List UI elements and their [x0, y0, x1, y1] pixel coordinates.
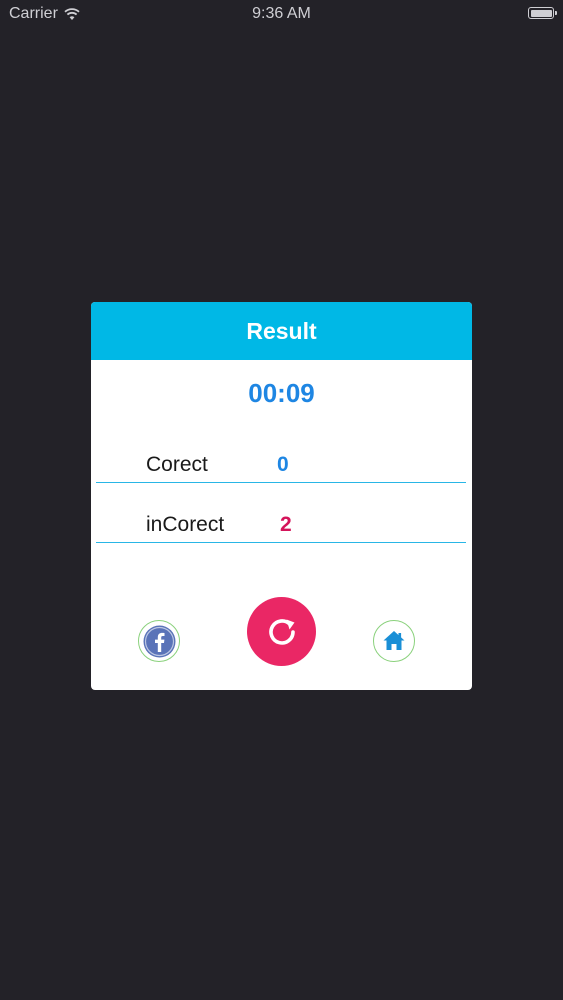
status-time: 9:36 AM — [252, 5, 311, 22]
dialog-title: Result — [246, 317, 317, 344]
incorrect-row: inCorect 2 — [96, 492, 466, 543]
correct-label: Corect — [146, 453, 208, 476]
elapsed-timer: 00:09 — [248, 378, 315, 408]
correct-count: 0 — [277, 453, 289, 476]
home-button[interactable] — [373, 620, 415, 662]
battery-level — [530, 9, 552, 17]
dialog-header: Result — [91, 302, 472, 360]
result-dialog: Result 00:09 Corect 0 inCorect 2 — [91, 302, 472, 690]
correct-row: Corect 0 — [96, 432, 466, 483]
battery-icon — [528, 7, 557, 19]
home-icon — [383, 631, 405, 650]
replay-button[interactable] — [247, 597, 316, 666]
incorrect-count: 2 — [280, 513, 292, 536]
status-bar: Carrier 9:36 AM — [0, 0, 563, 30]
facebook-share-button[interactable] — [138, 620, 180, 662]
facebook-icon — [143, 625, 175, 657]
replay-icon — [268, 618, 295, 645]
incorrect-label: inCorect — [146, 513, 225, 536]
